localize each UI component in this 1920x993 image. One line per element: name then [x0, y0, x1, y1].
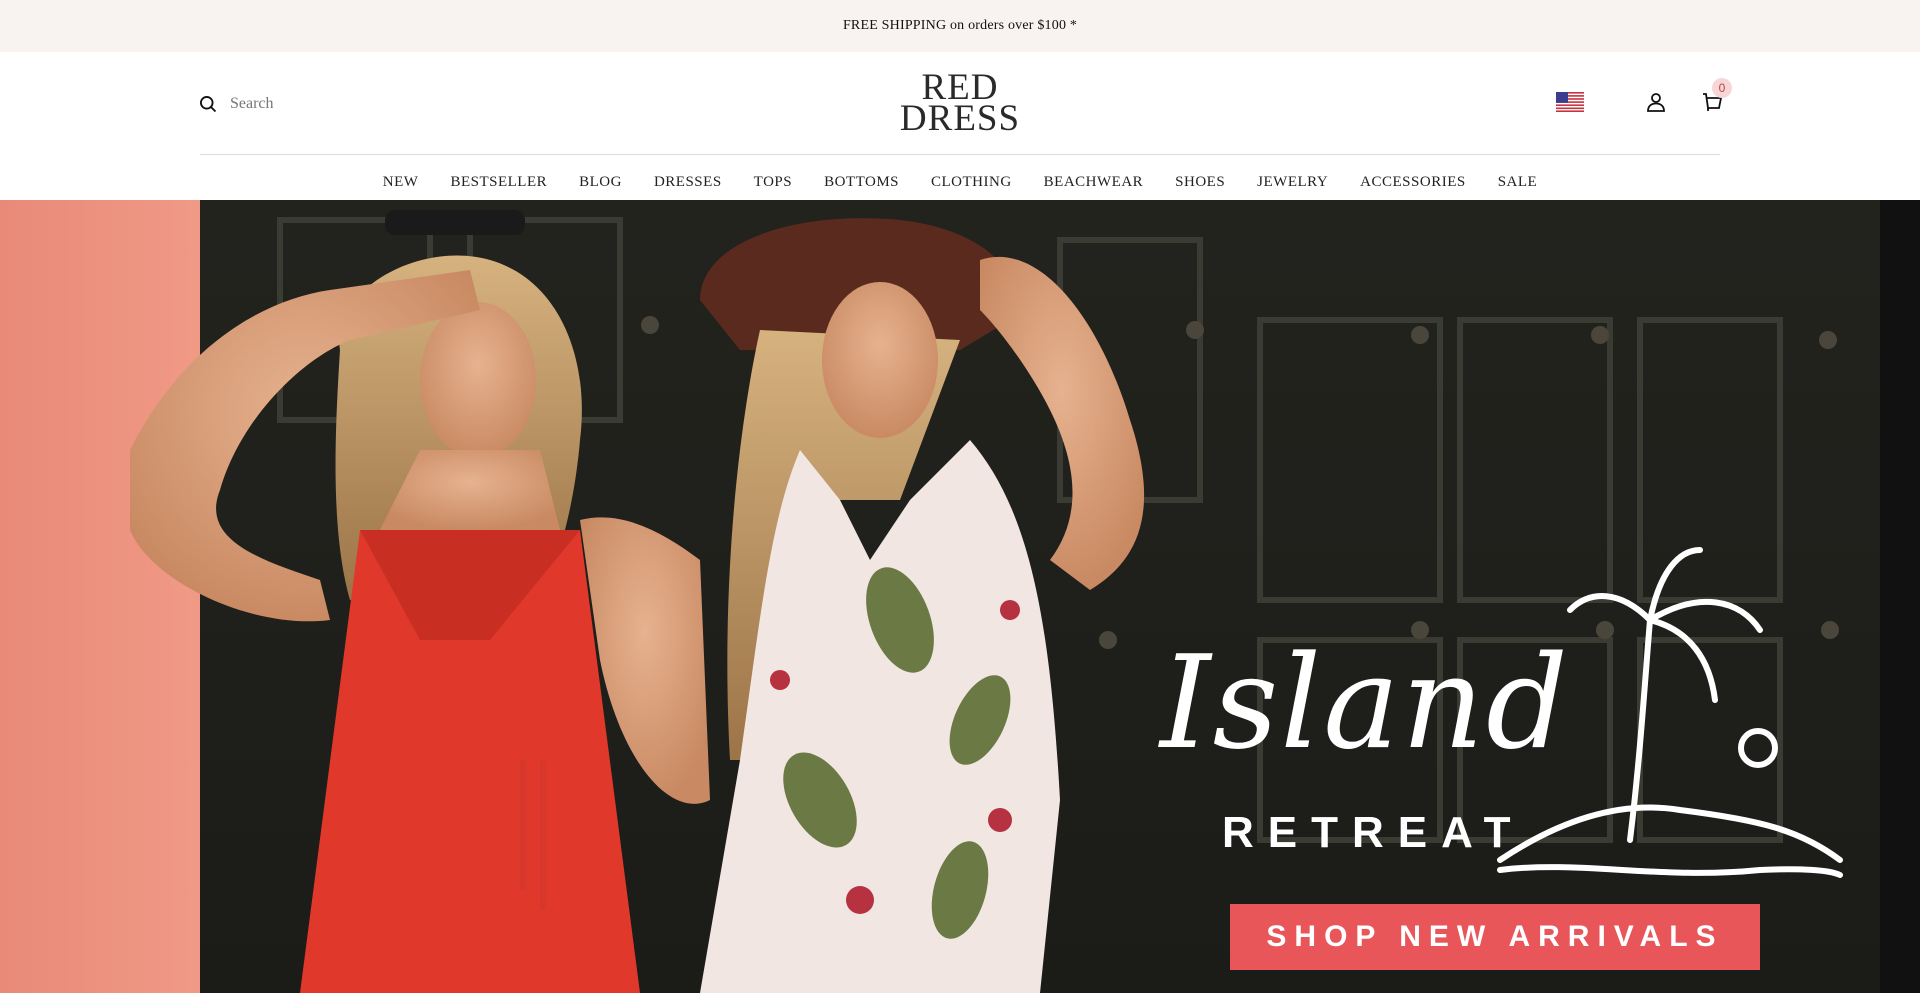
shop-new-arrivals-button[interactable]: SHOP NEW ARRIVALS: [1230, 904, 1760, 970]
site-logo[interactable]: RED DRESS: [860, 69, 1060, 139]
nav-item-accessories[interactable]: ACCESSORIES: [1344, 168, 1482, 196]
nav-item-sale[interactable]: SALE: [1482, 168, 1554, 196]
nav-item-shoes[interactable]: SHOES: [1159, 168, 1241, 196]
site-header: RED DRESS 0 NEW B: [0, 52, 1920, 200]
search-icon[interactable]: [198, 94, 218, 114]
announcement-bar: FREE SHIPPING on orders over $100 *: [0, 0, 1920, 52]
hero-banner[interactable]: Island RETREAT SHOP NEW ARRIVALS: [0, 200, 1920, 993]
cart-count-badge[interactable]: 0: [1712, 78, 1732, 98]
account-icon[interactable]: [1644, 90, 1668, 114]
hero-subheadline: RETREAT: [1222, 808, 1525, 857]
nav-item-bestseller[interactable]: BESTSELLER: [434, 168, 563, 196]
nav-item-clothing[interactable]: CLOTHING: [915, 168, 1028, 196]
us-flag-icon[interactable]: [1556, 92, 1584, 112]
nav-item-bottoms[interactable]: BOTTOMS: [808, 168, 915, 196]
announcement-text: FREE SHIPPING on orders over $100 *: [842, 18, 1078, 33]
nav-item-blog[interactable]: BLOG: [563, 168, 638, 196]
hero-headline: Island: [1160, 629, 1570, 778]
nav-item-jewelry[interactable]: JEWELRY: [1241, 168, 1344, 196]
search-box[interactable]: [198, 90, 450, 118]
nav-item-tops[interactable]: TOPS: [738, 168, 808, 196]
nav-item-new[interactable]: NEW: [367, 168, 435, 196]
main-nav: NEW BESTSELLER BLOG DRESSES TOPS BOTTOMS…: [0, 168, 1920, 196]
search-input[interactable]: [230, 95, 450, 113]
logo-line-2: DRESS: [899, 98, 1021, 139]
header-divider: [200, 154, 1720, 155]
nav-item-dresses[interactable]: DRESSES: [638, 168, 738, 196]
nav-item-beachwear[interactable]: BEACHWEAR: [1028, 168, 1160, 196]
hero-photo: [0, 200, 1920, 993]
